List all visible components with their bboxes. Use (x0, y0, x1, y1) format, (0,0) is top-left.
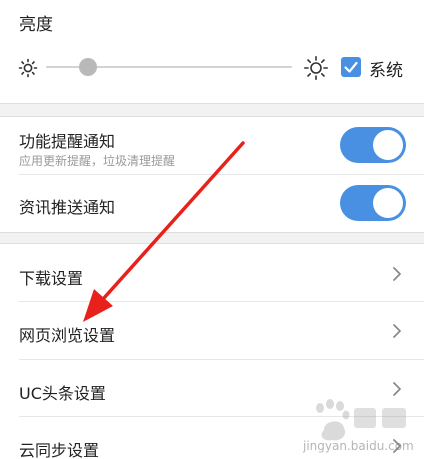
nav-item-download[interactable]: 下载设置 (0, 244, 424, 301)
chevron-right-icon (391, 266, 403, 282)
news-push-row[interactable]: 资讯推送通知 (0, 174, 424, 232)
feature-notification-label: 功能提醒通知 (19, 132, 116, 151)
nav-item-label: 云同步设置 (19, 441, 100, 459)
checkmark-icon (344, 61, 358, 73)
settings-screen: 亮度 系统 功能提醒通知 应用更新提醒，垃圾清理提醒 资讯推送通知 下载设置 网… (0, 0, 424, 459)
brightness-title: 亮度 (19, 15, 53, 35)
feature-notification-toggle[interactable] (340, 127, 406, 163)
sun-dim-icon (16, 56, 40, 80)
nav-item-web-browsing[interactable]: 网页浏览设置 (0, 302, 424, 359)
chevron-right-icon (391, 323, 403, 339)
nav-item-label: 下载设置 (19, 269, 84, 288)
sun-bright-icon (304, 56, 328, 80)
nav-item-label: 网页浏览设置 (19, 326, 116, 345)
nav-item-uc-headlines[interactable]: UC头条设置 (0, 360, 424, 417)
settings-nav-section: 下载设置 网页浏览设置 UC头条设置 云同步设置 (0, 243, 424, 459)
system-brightness-label[interactable]: 系统 (369, 56, 403, 81)
news-push-label: 资讯推送通知 (19, 198, 116, 217)
notification-section: 功能提醒通知 应用更新提醒，垃圾清理提醒 资讯推送通知 (0, 116, 424, 233)
brightness-slider[interactable] (46, 58, 292, 76)
toggle-thumb (373, 130, 403, 160)
chevron-right-icon (391, 381, 403, 397)
brightness-slider-knob[interactable] (78, 58, 97, 76)
watermark-site: jingyan.baidu.com (303, 439, 414, 453)
news-push-toggle[interactable] (340, 185, 406, 221)
nav-item-label: UC头条设置 (19, 384, 106, 403)
brightness-section: 亮度 系统 (0, 0, 424, 104)
system-brightness-checkbox[interactable] (341, 57, 361, 77)
feature-notification-row[interactable]: 功能提醒通知 应用更新提醒，垃圾清理提醒 (0, 117, 424, 174)
feature-notification-sublabel: 应用更新提醒，垃圾清理提醒 (19, 154, 176, 168)
toggle-thumb (373, 188, 403, 218)
